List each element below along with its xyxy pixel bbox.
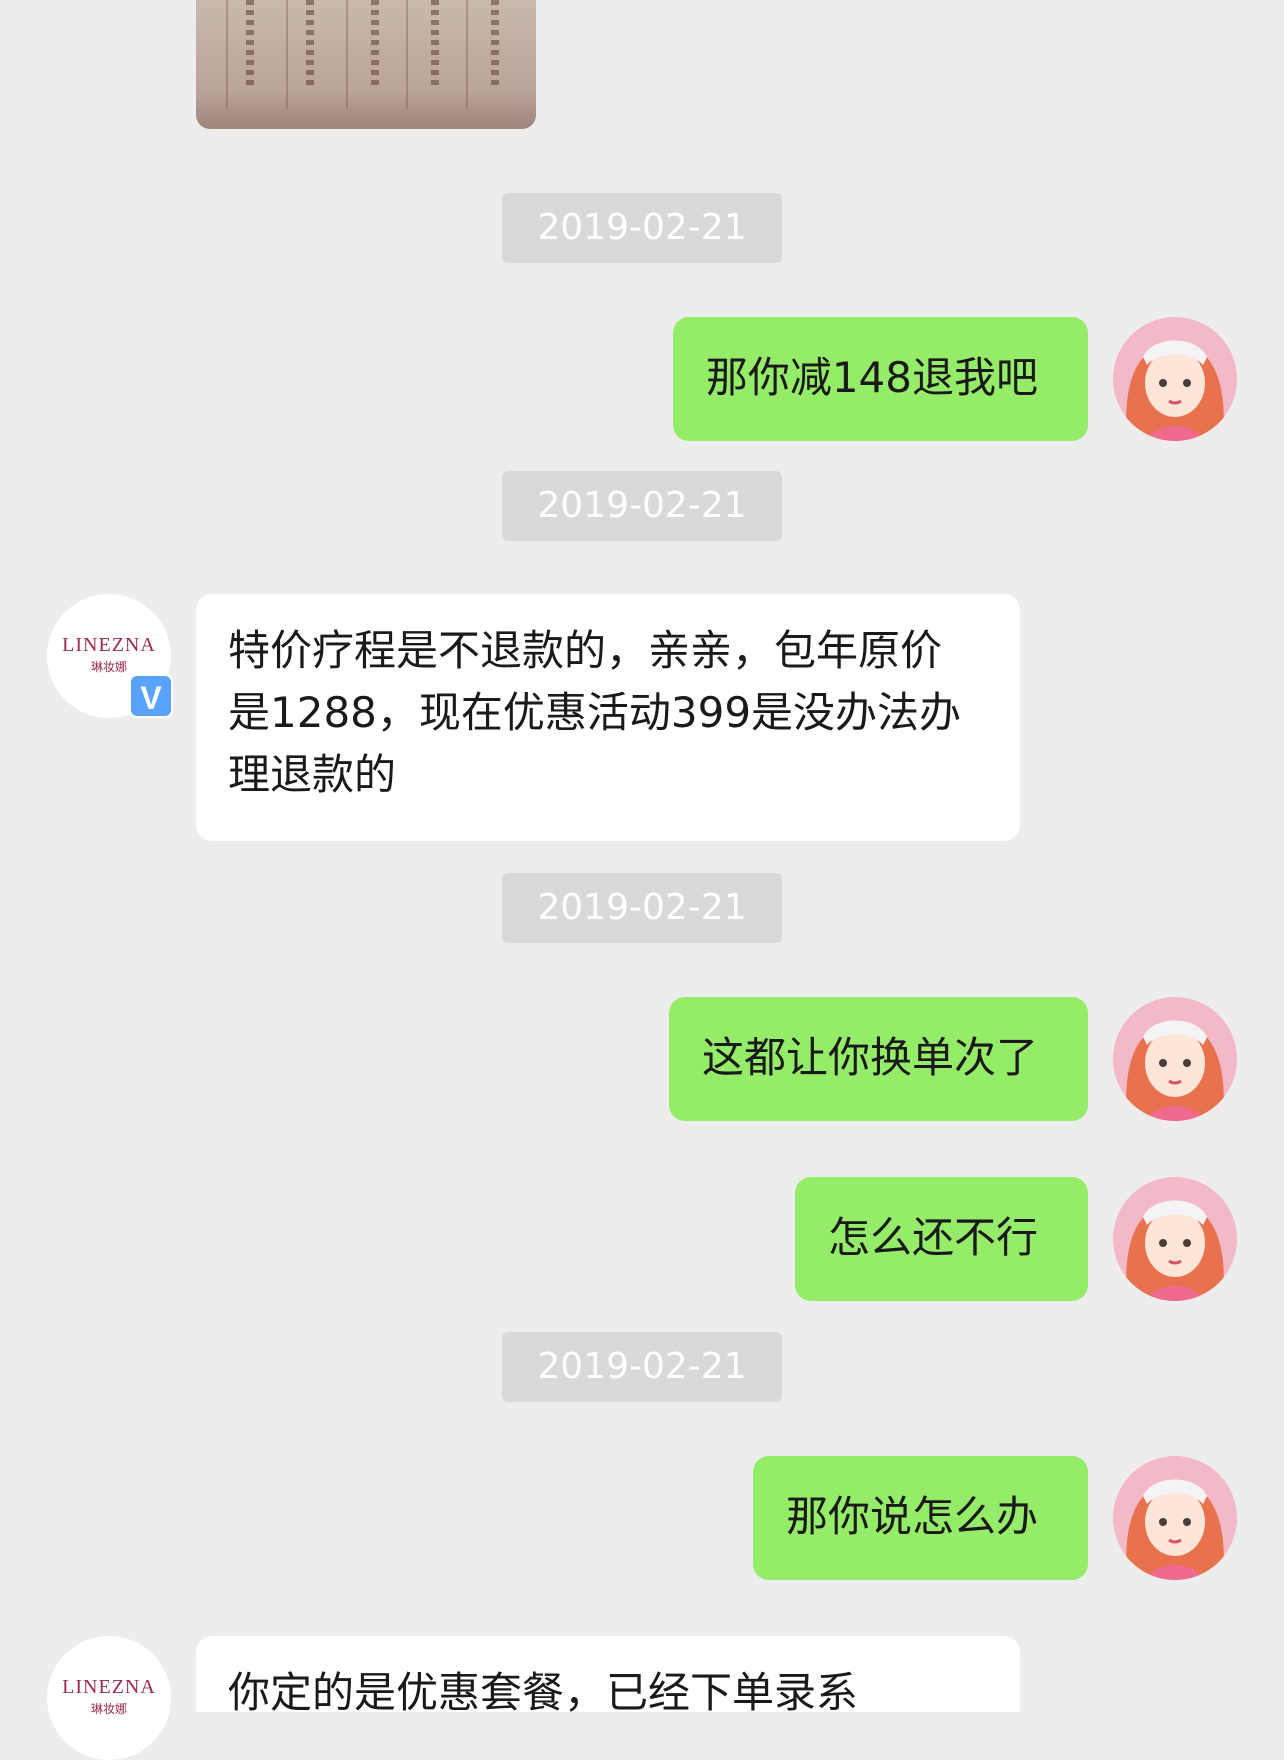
user-avatar-icon[interactable]: [1113, 1456, 1237, 1580]
image-message[interactable]: [196, 0, 536, 129]
shop-logo-subtitle: 琳妆娜: [90, 660, 127, 674]
timestamp: 2019-02-21: [502, 193, 782, 263]
user-avatar-icon[interactable]: [1113, 997, 1237, 1121]
message-bubble-outgoing[interactable]: 怎么还不行: [794, 1177, 1088, 1301]
verified-badge-icon: V: [129, 674, 173, 718]
cartoon-girl-avatar-icon: [1113, 1177, 1237, 1301]
timestamp: 2019-02-21: [502, 873, 782, 943]
message-bubble-incoming[interactable]: 你定的是优惠套餐，已经下单录系: [196, 1636, 1020, 1712]
message-bubble-outgoing[interactable]: 这都让你换单次了: [668, 997, 1088, 1121]
shop-logo-subtitle: 琳妆娜: [90, 1702, 127, 1716]
message-bubble-outgoing[interactable]: 那你说怎么办: [752, 1456, 1088, 1580]
shop-avatar[interactable]: LINEZNA 琳妆娜: [47, 1636, 171, 1760]
timestamp: 2019-02-21: [502, 471, 782, 541]
cartoon-girl-avatar-icon: [1113, 997, 1237, 1121]
user-avatar-icon[interactable]: [1113, 317, 1237, 441]
timestamp: 2019-02-21: [502, 1332, 782, 1402]
linezna-logo-icon: LINEZNA: [62, 634, 156, 656]
message-bubble-incoming[interactable]: 特价疗程是不退款的，亲亲，包年原价是1288，现在优惠活动399是没办法办理退款…: [196, 594, 1020, 841]
message-bubble-outgoing[interactable]: 那你减148退我吧: [672, 317, 1088, 441]
cartoon-girl-avatar-icon: [1113, 1456, 1237, 1580]
linezna-logo-icon: LINEZNA: [62, 1676, 156, 1698]
shop-avatar[interactable]: LINEZNA 琳妆娜 V: [47, 594, 173, 718]
cartoon-girl-avatar-icon: [1113, 317, 1237, 441]
user-avatar-icon[interactable]: [1113, 1177, 1237, 1301]
